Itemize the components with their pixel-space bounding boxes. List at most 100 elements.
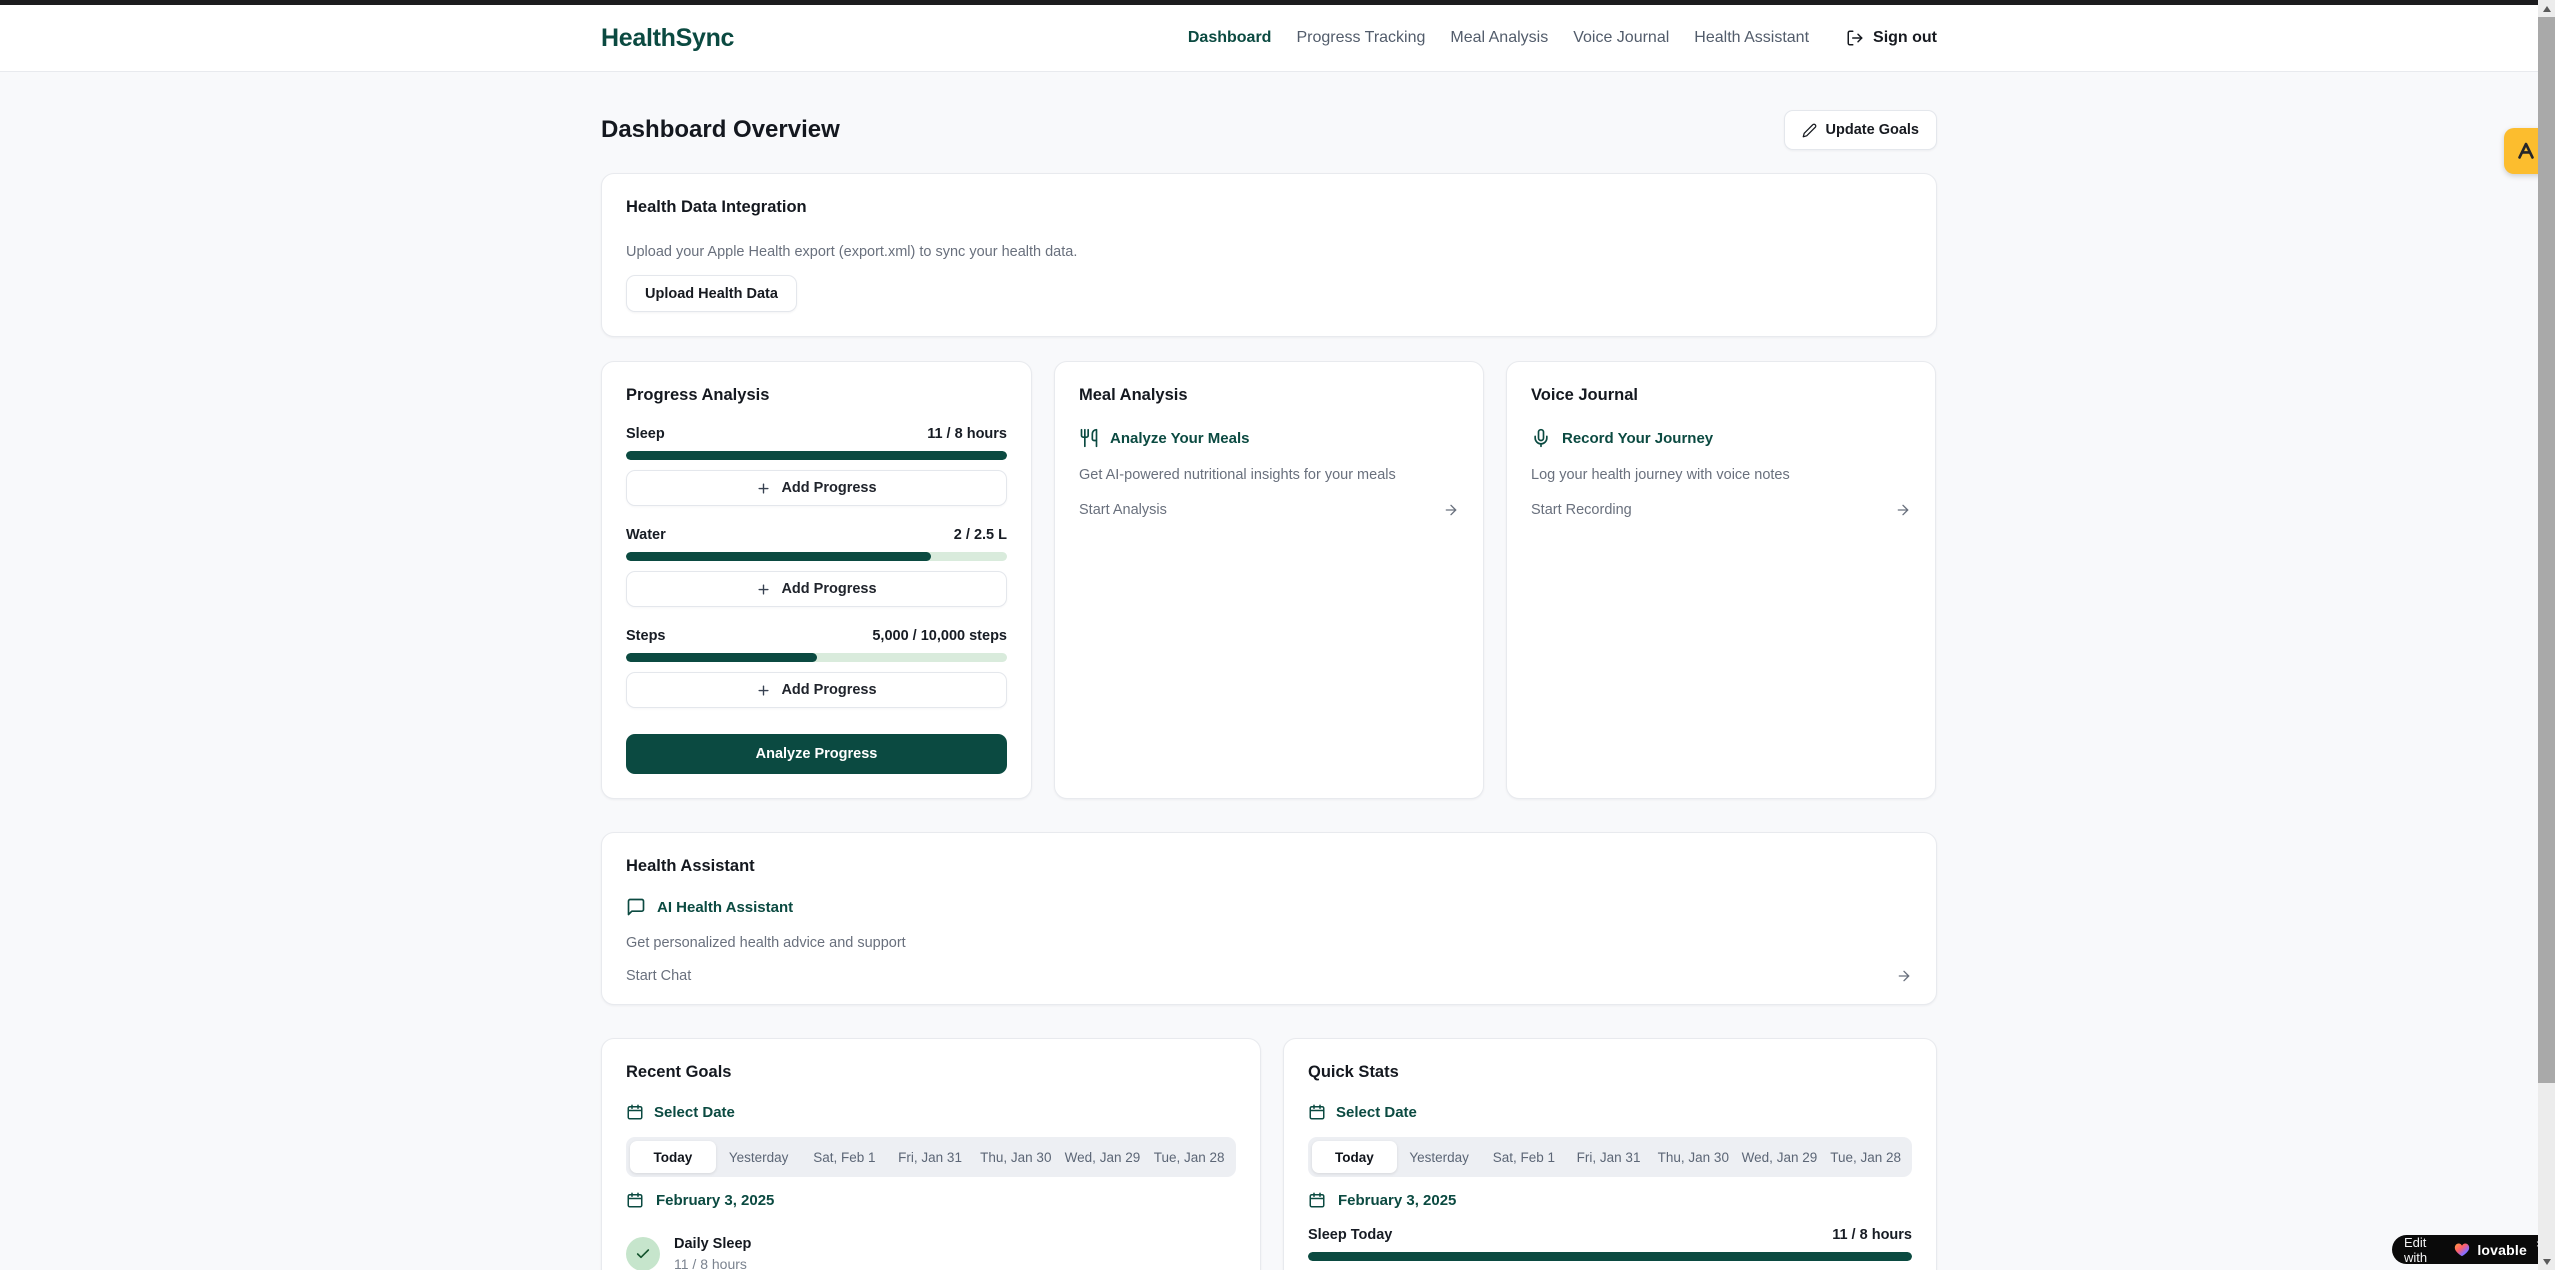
nav-progress-tracking[interactable]: Progress Tracking [1296,29,1425,47]
recent-goals-title: Recent Goals [626,1063,1236,1082]
tab-wed-jan-29[interactable]: Wed, Jan 29 [1059,1141,1147,1173]
app-logo[interactable]: HealthSync [601,24,734,53]
quick-stats-selected-date[interactable]: February 3, 2025 [1308,1191,1912,1209]
sleep-add-progress-button[interactable]: Add Progress [626,470,1007,506]
health-assistant-card: Health Assistant AI Health Assistant Get… [601,832,1937,1005]
nav-voice-journal[interactable]: Voice Journal [1573,29,1669,47]
health-data-title: Health Data Integration [626,198,1912,217]
goal-item-daily-sleep: Daily Sleep 11 / 8 hours [626,1236,1236,1270]
progress-analysis-card: Progress Analysis Sleep 11 / 8 hours Add… [601,361,1032,799]
start-chat-action[interactable]: Start Chat [626,968,1912,984]
nav-meal-analysis[interactable]: Meal Analysis [1450,29,1548,47]
analyze-progress-button[interactable]: Analyze Progress [626,734,1007,774]
app-header: HealthSync Dashboard Progress Tracking M… [0,5,2538,72]
sleep-value: 11 / 8 hours [927,426,1007,442]
update-goals-button[interactable]: Update Goals [1784,110,1937,150]
steps-metric: Steps 5,000 / 10,000 steps Add Progress [626,628,1007,708]
calendar-icon [626,1103,644,1121]
steps-value: 5,000 / 10,000 steps [872,628,1007,644]
plus-icon [756,582,771,597]
record-your-journey-link[interactable]: Record Your Journey [1531,428,1911,448]
health-assistant-description: Get personalized health advice and suppo… [626,935,1912,951]
meal-analysis-description: Get AI-powered nutritional insights for … [1079,467,1459,483]
goal-value: 11 / 8 hours [674,1256,751,1270]
sign-out-button[interactable]: Sign out [1846,29,1937,47]
analyze-your-meals-link[interactable]: Analyze Your Meals [1079,428,1459,448]
plus-icon [756,481,771,496]
tab-today[interactable]: Today [630,1141,716,1173]
sleep-today-value: 11 / 8 hours [1832,1227,1912,1243]
plus-icon [756,683,771,698]
lovable-brand: lovable [2477,1242,2527,1258]
quick-stats-title: Quick Stats [1308,1063,1912,1082]
recent-goals-card: Recent Goals Select Date Today Yesterday… [601,1038,1261,1270]
calendar-icon [1308,1103,1326,1121]
page-viewport: HealthSync Dashboard Progress Tracking M… [0,5,2538,1270]
scrollbar-down-arrow[interactable] [2538,1253,2555,1270]
water-value: 2 / 2.5 L [954,527,1007,543]
extension-a-logo-icon [2514,139,2538,163]
nav-dashboard[interactable]: Dashboard [1188,29,1272,47]
health-data-description: Upload your Apple Health export (export.… [626,244,1912,260]
health-data-integration-card: Health Data Integration Upload your Appl… [601,173,1937,337]
scrollbar-up-arrow[interactable] [2538,0,2555,17]
water-add-progress-button[interactable]: Add Progress [626,571,1007,607]
tab-wed-jan-29[interactable]: Wed, Jan 29 [1736,1141,1824,1173]
tab-tue-jan-28[interactable]: Tue, Jan 28 [1823,1141,1908,1173]
log-out-icon [1846,29,1864,47]
sleep-today-label: Sleep Today [1308,1227,1392,1243]
vertical-scrollbar[interactable] [2538,0,2555,1270]
tab-fri-jan-31[interactable]: Fri, Jan 31 [887,1141,973,1173]
sleep-today-row: Sleep Today 11 / 8 hours [1308,1227,1912,1243]
arrow-right-icon [1443,502,1459,518]
ai-health-assistant-link[interactable]: AI Health Assistant [626,897,1912,917]
utensils-icon [1079,428,1099,448]
tab-yesterday[interactable]: Yesterday [1397,1141,1482,1173]
water-label: Water [626,527,666,543]
pencil-icon [1802,123,1817,138]
main-nav: Dashboard Progress Tracking Meal Analysi… [1188,29,1937,47]
quick-stats-card: Quick Stats Select Date Today Yesterday … [1283,1038,1937,1270]
tab-thu-jan-30[interactable]: Thu, Jan 30 [1651,1141,1736,1173]
recent-goals-selected-date[interactable]: February 3, 2025 [626,1191,1236,1209]
tab-yesterday[interactable]: Yesterday [716,1141,802,1173]
tab-sat-feb-1[interactable]: Sat, Feb 1 [1481,1141,1566,1173]
goal-name: Daily Sleep [674,1236,751,1252]
start-recording-action[interactable]: Start Recording [1531,502,1911,518]
voice-journal-title: Voice Journal [1531,386,1911,405]
sign-out-label: Sign out [1873,29,1937,47]
tab-sat-feb-1[interactable]: Sat, Feb 1 [801,1141,887,1173]
main-content: Dashboard Overview Update Goals Health D… [601,110,1937,1270]
tab-tue-jan-28[interactable]: Tue, Jan 28 [1146,1141,1232,1173]
tab-fri-jan-31[interactable]: Fri, Jan 31 [1566,1141,1651,1173]
water-progress-bar [626,552,1007,561]
calendar-icon [1308,1191,1326,1209]
scrollbar-thumb[interactable] [2538,17,2555,1083]
sleep-label: Sleep [626,426,665,442]
arrow-right-icon [1895,502,1911,518]
page-title: Dashboard Overview [601,116,840,144]
water-metric: Water 2 / 2.5 L Add Progress [626,527,1007,607]
voice-journal-card: Voice Journal Record Your Journey Log yo… [1506,361,1936,799]
recent-goals-select-date[interactable]: Select Date [626,1103,1236,1121]
meal-analysis-card: Meal Analysis Analyze Your Meals Get AI-… [1054,361,1484,799]
meal-analysis-title: Meal Analysis [1079,386,1459,405]
sleep-metric: Sleep 11 / 8 hours Add Progress [626,426,1007,506]
edit-with-lovable-badge[interactable]: Edit with lovable × [2392,1235,2555,1264]
steps-add-progress-button[interactable]: Add Progress [626,672,1007,708]
tab-thu-jan-30[interactable]: Thu, Jan 30 [973,1141,1059,1173]
upload-health-data-button[interactable]: Upload Health Data [626,275,797,312]
chat-bubble-icon [626,897,646,917]
lovable-prefix: Edit with [2404,1235,2447,1265]
arrow-right-icon [1896,968,1912,984]
microphone-icon [1531,428,1551,448]
tab-today[interactable]: Today [1312,1141,1397,1173]
health-assistant-title: Health Assistant [626,857,1912,876]
voice-journal-description: Log your health journey with voice notes [1531,467,1911,483]
quick-stats-select-date[interactable]: Select Date [1308,1103,1912,1121]
nav-health-assistant[interactable]: Health Assistant [1694,29,1809,47]
start-analysis-action[interactable]: Start Analysis [1079,502,1459,518]
recent-goals-date-tabs: Today Yesterday Sat, Feb 1 Fri, Jan 31 T… [626,1137,1236,1177]
update-goals-label: Update Goals [1826,122,1919,138]
calendar-icon [626,1191,644,1209]
